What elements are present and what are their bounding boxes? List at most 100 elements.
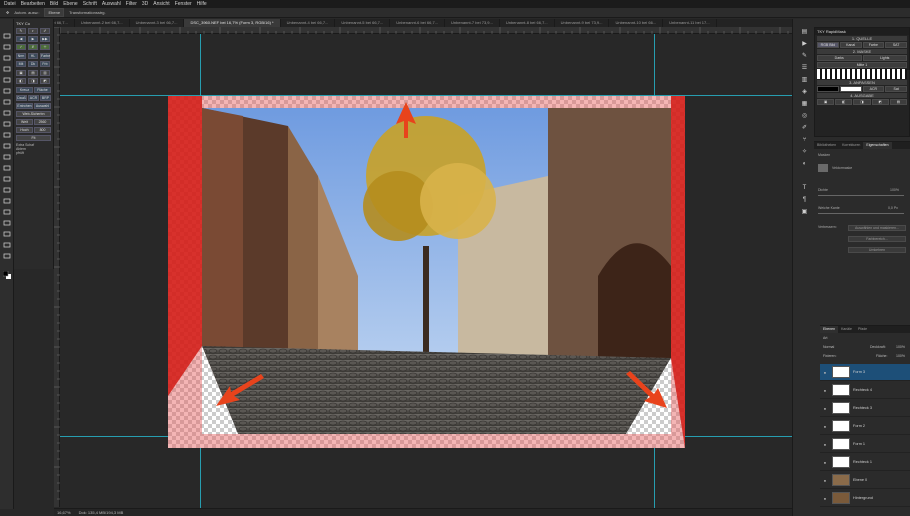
layer-row[interactable]: ● Form 1 (820, 436, 910, 453)
doc-tab[interactable]: Unbenannt-10 bei 66... (609, 19, 664, 27)
shape-tool-icon[interactable] (3, 231, 11, 237)
layer-thumbnail[interactable] (832, 402, 850, 414)
layer-name[interactable]: Form 2 (853, 424, 865, 428)
tky-btn-lights[interactable]: Lights (862, 55, 907, 61)
layer-thumbnail[interactable] (832, 438, 850, 450)
plugin-btn-dauss[interactable]: Dauß (16, 95, 27, 101)
panel-histogram-icon[interactable]: ▥ (801, 77, 808, 83)
plugin-btn-frb[interactable]: Frb (40, 61, 50, 67)
layer-thumbnail[interactable] (832, 474, 850, 486)
plugin-btn-farbe[interactable]: Farbe (40, 53, 50, 59)
gradient-tool-icon[interactable] (3, 165, 11, 171)
panel-image-icon[interactable]: ▣ (801, 209, 808, 215)
doc-tab[interactable]: Unbenannt-7 bei 73,9... (445, 19, 500, 27)
eyedropper-tool-icon[interactable] (3, 99, 11, 105)
doc-tab[interactable]: Unbenannt-4 bei 66,7... (281, 19, 336, 27)
color-range-button[interactable]: Farbbereich... (848, 236, 906, 242)
document-canvas[interactable] (168, 96, 685, 448)
plugin-pen-icon[interactable]: ✐ (40, 28, 50, 34)
density-slider[interactable] (818, 195, 904, 196)
feather-value[interactable]: 0,0 Px (888, 206, 898, 210)
move-tool-icon[interactable] (3, 33, 11, 39)
plugin-shape-5-icon[interactable]: ◨ (28, 78, 38, 84)
pen-tool-icon[interactable] (3, 198, 11, 204)
plugin-shape-3-icon[interactable]: ▥ (40, 70, 50, 76)
density-value[interactable]: 100% (890, 188, 899, 192)
layer-thumbnail[interactable] (832, 492, 850, 504)
plugin-eraser-icon[interactable]: ◐ (28, 28, 38, 34)
layer-thumbnail[interactable] (832, 420, 850, 432)
plugin-shape-6-icon[interactable]: ◩ (40, 78, 50, 84)
foreground-color-swatch[interactable] (3, 271, 11, 279)
layer-name[interactable]: Form 3 (853, 370, 865, 374)
marquee-tool-icon[interactable] (3, 44, 11, 50)
panel-tky-icon[interactable]: ▤ (801, 29, 808, 35)
plugin-btn-nrm[interactable]: Nrm (16, 53, 26, 59)
menu-item-bearbeiten[interactable]: Bearbeiten (21, 1, 45, 7)
menu-item-datei[interactable]: Datei (4, 1, 16, 7)
plugin-skip-icon[interactable]: ▶▶ (40, 36, 50, 42)
tky-btn-black-swatch[interactable] (817, 86, 839, 92)
visibility-eye-icon[interactable]: ● (822, 496, 828, 501)
tab-ebenen[interactable]: Ebenen (820, 326, 839, 333)
blur-tool-icon[interactable] (3, 176, 11, 182)
tky-btn-farbe[interactable]: Farbe (862, 42, 885, 48)
layer-name[interactable]: Rechteck 1 (853, 460, 872, 464)
tky-btn-mitte[interactable]: Mitte 1 (817, 62, 907, 68)
visibility-eye-icon[interactable]: ● (822, 478, 828, 483)
tky-btn-sat[interactable]: SAT (885, 42, 907, 48)
vector-mask-thumb[interactable] (818, 164, 828, 172)
menu-item-hilfe[interactable]: Hilfe (197, 1, 207, 7)
menu-item-bild[interactable]: Bild (50, 1, 58, 7)
doc-tab[interactable]: Unbenannt-5 bei 66,7... (335, 19, 391, 27)
plugin-check-pfrueft[interactable]: pfrüft (16, 151, 51, 155)
tab-eigenschaften[interactable]: Eigenschaften (863, 142, 892, 149)
doc-tab[interactable]: Unbenannt-3 bei 66,7... (130, 19, 185, 27)
panel-para-icon[interactable]: ¶ (801, 197, 808, 203)
layer-target-select[interactable]: Ebene (44, 8, 65, 17)
visibility-eye-icon[interactable]: ● (822, 388, 828, 393)
plugin-btn-acr[interactable]: ACR (28, 95, 39, 101)
heal-tool-icon[interactable] (3, 110, 11, 116)
menu-item-3d[interactable]: 3D (142, 1, 148, 7)
panel-gradient-icon[interactable]: ◐ (801, 161, 808, 167)
plugin-btn-entrohen[interactable]: Entrohen (16, 103, 33, 109)
plugin-btn-auswahl[interactable]: Auswahl (34, 103, 51, 109)
tky-btn-kanal[interactable]: Kanal (839, 42, 862, 48)
visibility-eye-icon[interactable]: ● (822, 370, 828, 375)
plugin-arrow-right-icon[interactable]: ▶ (28, 36, 38, 42)
menu-item-ebene[interactable]: Ebene (63, 1, 77, 7)
tky-out-2-icon[interactable]: ◧ (835, 99, 853, 105)
plugin-check-icon[interactable]: ✓ (16, 44, 26, 50)
visibility-eye-icon[interactable]: ● (822, 460, 828, 465)
invert-button[interactable]: Umkehren (848, 247, 906, 253)
panel-paint-icon[interactable]: ✐ (801, 125, 808, 131)
tky-out-1-icon[interactable]: ▣ (817, 99, 835, 105)
panel-channels-icon[interactable]: ◎ (801, 113, 808, 119)
tky-out-3-icon[interactable]: ◨ (853, 99, 871, 105)
quick-select-tool-icon[interactable] (3, 66, 11, 72)
layer-row[interactable]: ● Rechteck 3 (820, 400, 910, 417)
type-tool-icon[interactable] (3, 209, 11, 215)
brush-tool-icon[interactable] (3, 121, 11, 127)
hand-tool-icon[interactable] (3, 242, 11, 248)
plugin-shape-2-icon[interactable]: ▤ (28, 70, 38, 76)
plugin-btn-dk[interactable]: Dk (28, 61, 38, 67)
move-tool-icon[interactable]: ✥ (6, 10, 9, 15)
layer-row[interactable]: ● Rechteck 1 (820, 454, 910, 471)
auto-select-label[interactable]: Autom. ausw.: (14, 10, 39, 15)
fill-value[interactable]: 100% (896, 354, 905, 358)
layer-thumbnail[interactable] (832, 384, 850, 396)
zoom-tool-icon[interactable] (3, 253, 11, 259)
stamp-tool-icon[interactable] (3, 132, 11, 138)
doc-tab[interactable]: DSC_3960.NEF bei 16,7% (Form 3, RGB/16) … (184, 19, 281, 27)
panel-grid-icon[interactable]: ▦ (801, 101, 808, 107)
visibility-eye-icon[interactable]: ● (822, 442, 828, 447)
layer-name[interactable]: Form 1 (853, 442, 865, 446)
crop-tool-icon[interactable] (3, 77, 11, 83)
doc-tab[interactable]: Unbenannt-9 bei 73,9... (555, 19, 610, 27)
layer-row[interactable]: ● Form 2 (820, 418, 910, 435)
frame-tool-icon[interactable] (3, 88, 11, 94)
tky-out-5-icon[interactable]: ▤ (889, 99, 908, 105)
tky-btn-darks[interactable]: Darks (817, 55, 862, 61)
